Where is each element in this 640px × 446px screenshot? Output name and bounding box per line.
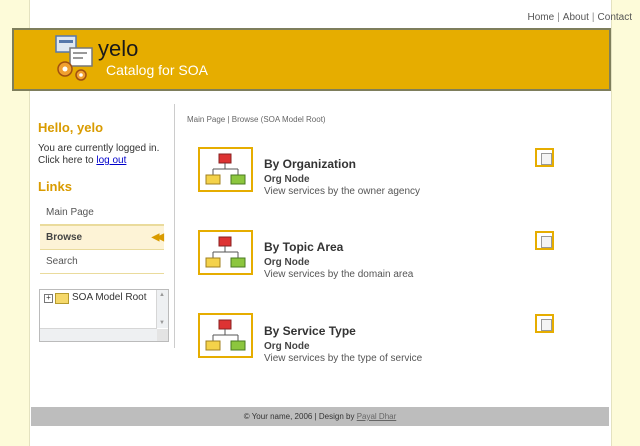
org-chart-icon[interactable] [198,313,253,358]
brand-tagline: Catalog for SOA [106,62,208,78]
scroll-down-icon[interactable]: ▼ [159,320,165,326]
item-subtitle: Org Node [264,341,310,352]
item-title[interactable]: By Organization [264,157,356,171]
footer: © Your name, 2006 | Design by Payal Dhar [31,407,609,426]
contact-link[interactable]: Contact [598,12,632,23]
scrollbar-corner [157,329,168,341]
view-details-button[interactable] [535,314,554,333]
sidebar-item-label: Main Page [46,207,94,218]
about-link[interactable]: About [563,12,589,23]
logout-link[interactable]: log out [96,155,126,166]
login-status: You are currently logged in. Click here … [38,143,178,167]
greeting-heading: Hello, yelo [38,120,104,135]
org-chart-icon [205,153,246,185]
expand-icon[interactable]: + [44,294,53,303]
document-icon [541,319,552,331]
tree-root-label[interactable]: SOA Model Root [72,292,146,303]
document-icon [541,153,552,165]
scroll-up-icon[interactable]: ▲ [159,292,165,298]
tree-view[interactable]: + SOA Model Root ▲ ▼ [39,289,169,342]
sidebar-item-label: Browse [46,232,83,243]
view-details-button[interactable] [535,148,554,167]
logo-icon [55,35,93,81]
sidebar-nav: Main Page Browse ◀◀ Search [40,201,164,274]
home-link[interactable]: Home [527,12,554,23]
designer-link[interactable]: Payal Dhar [357,412,397,421]
footer-text: © Your name, 2006 | Design by [243,412,355,421]
sidebar-item-main-page[interactable]: Main Page [40,201,164,225]
top-nav: Home | About | Contact [527,12,632,23]
org-chart-icon[interactable] [198,147,253,192]
item-description: View services by the type of service [264,353,423,364]
sidebar-item-label: Search [46,256,78,267]
org-chart-icon [205,319,246,351]
vertical-scrollbar[interactable]: ▲ ▼ [156,290,168,328]
column-divider [174,104,175,348]
nav-separator: | [591,12,595,23]
item-subtitle: Org Node [264,174,310,185]
item-subtitle: Org Node [264,257,310,268]
item-description: View services by the owner agency [264,186,421,197]
brand-name: yelo [98,36,139,61]
links-heading: Links [38,179,72,194]
horizontal-scrollbar[interactable] [40,328,157,341]
org-chart-icon [205,236,246,268]
double-chevron-left-icon: ◀◀ [151,232,165,243]
document-icon [541,236,552,248]
nav-separator: | [557,12,560,23]
org-chart-icon[interactable] [198,230,253,275]
view-details-button[interactable] [535,231,554,250]
sidebar-item-browse[interactable]: Browse ◀◀ [40,225,164,250]
sidebar-item-search[interactable]: Search [40,250,164,274]
item-title[interactable]: By Service Type [264,324,356,338]
header-banner: yelo Catalog for SOA [12,28,611,91]
item-title[interactable]: By Topic Area [264,240,343,254]
item-description: View services by the domain area [264,269,414,280]
breadcrumb: Main Page | Browse (SOA Model Root) [187,115,326,124]
folder-icon [55,293,69,304]
